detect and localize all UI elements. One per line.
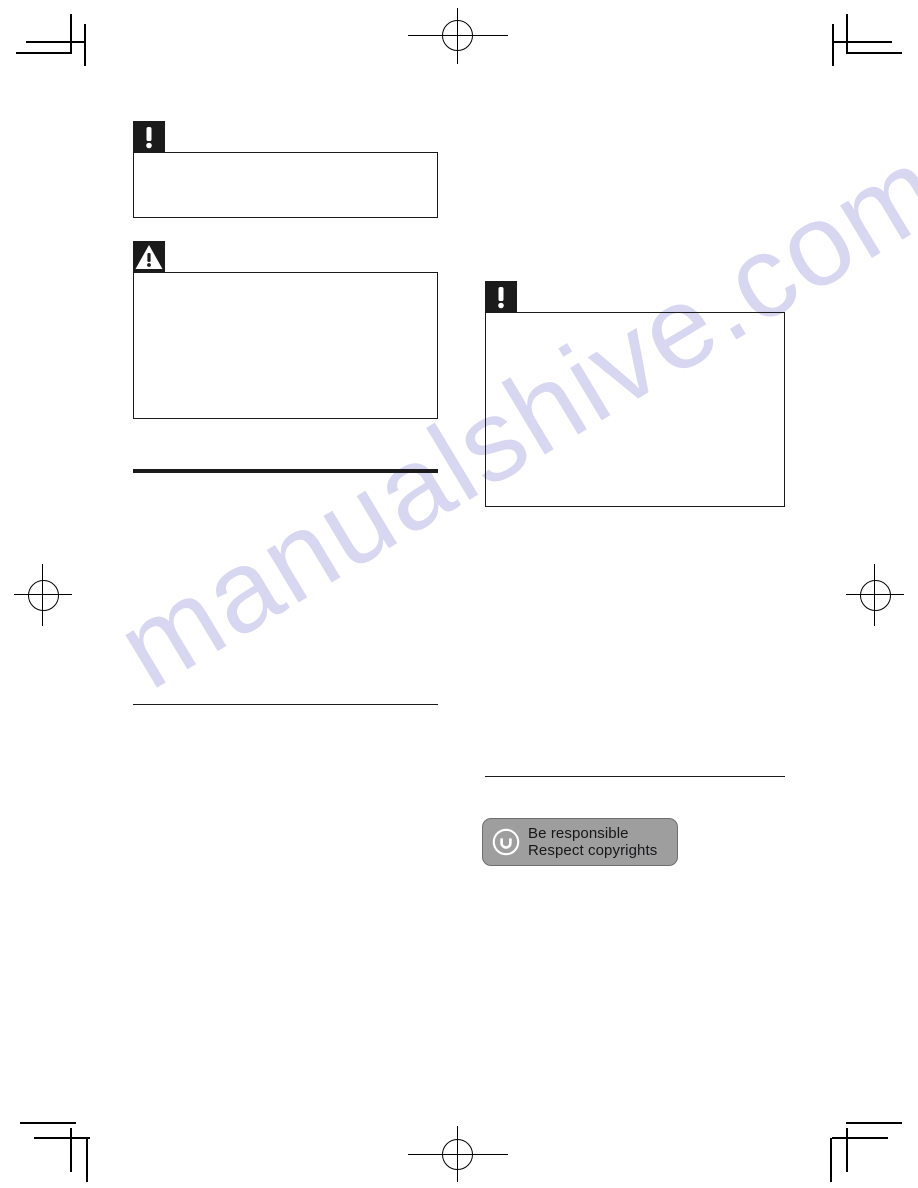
- right-note-text: [486, 313, 784, 329]
- left-section-rule: [133, 704, 438, 706]
- left-caution-text: [134, 273, 437, 289]
- copyright-badge-lines: Be responsible Respect copyrights: [528, 825, 677, 859]
- right-note-box: [485, 281, 785, 507]
- scanned-manual-page: manualshive.com Be responsible Respect c…: [0, 0, 918, 1188]
- registration-mark-left-middle: [14, 564, 72, 626]
- registration-mark-bottom-center: [408, 1126, 508, 1182]
- left-note-body: [133, 152, 438, 218]
- copyright-responsibility-icon: [492, 828, 520, 856]
- registration-mark-right-middle: [846, 564, 904, 626]
- left-note-box: [133, 121, 438, 218]
- left-note-text: [134, 153, 437, 169]
- copyright-badge-line1: Be responsible: [528, 825, 629, 842]
- copyright-badge-line2: Respect copyrights: [528, 842, 658, 859]
- left-column-body: [133, 480, 438, 695]
- right-note-body: [485, 312, 785, 507]
- exclamation-note-icon: [485, 281, 517, 313]
- left-heading-rule: [133, 469, 438, 473]
- warning-triangle-icon: [133, 241, 165, 273]
- right-section-rule: [485, 776, 785, 778]
- left-caution-box: [133, 241, 438, 419]
- exclamation-note-icon: [133, 121, 165, 153]
- right-column-body: [485, 520, 785, 765]
- registration-mark-top-center: [408, 8, 508, 64]
- copyright-badge: Be responsible Respect copyrights: [482, 818, 678, 866]
- left-caution-body: [133, 272, 438, 419]
